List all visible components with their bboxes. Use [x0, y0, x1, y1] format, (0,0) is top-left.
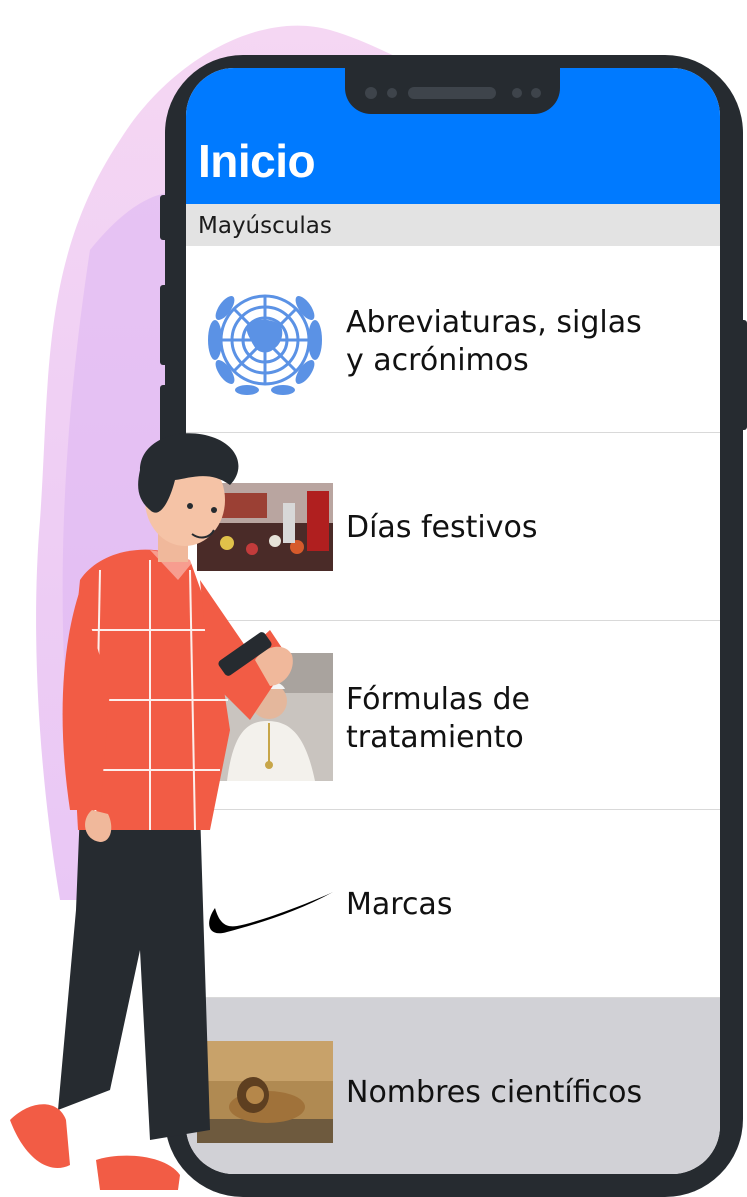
label-line: Abreviaturas, siglas: [346, 305, 642, 340]
phone-power-button: [739, 320, 747, 430]
list-item-label: Marcas: [346, 886, 716, 924]
phone-side-button: [160, 195, 168, 240]
person-illustration: [10, 433, 293, 1190]
phone-notch: [345, 60, 560, 114]
section-title: Mayúsculas: [198, 213, 332, 239]
sensor-dot: [387, 88, 397, 98]
label-line: Marcas: [346, 887, 453, 922]
camera-dot: [365, 87, 377, 99]
label-line: Fórmulas de: [346, 682, 530, 717]
list-item-abreviaturas[interactable]: Abreviaturas, siglas y acrónimos: [186, 246, 720, 433]
list-item-label: Días festivos: [346, 509, 716, 547]
list-item-label: Abreviaturas, siglas y acrónimos: [346, 304, 716, 380]
list-item-label: Fórmulas de tratamiento: [346, 681, 716, 757]
speaker-grille: [408, 87, 496, 99]
label-line: y acrónimos: [346, 343, 529, 378]
sensor-dot: [512, 88, 522, 98]
label-line: tratamiento: [346, 720, 524, 755]
label-line: Días festivos: [346, 510, 538, 545]
page-title: Inicio: [198, 135, 316, 187]
section-header: Mayúsculas: [186, 204, 720, 246]
sensor-dot: [531, 88, 541, 98]
list-item-label: Nombres científicos: [346, 1074, 716, 1112]
un-emblem-icon: [197, 276, 333, 404]
label-line: Nombres científicos: [346, 1075, 643, 1110]
phone-volume-button: [160, 285, 168, 365]
